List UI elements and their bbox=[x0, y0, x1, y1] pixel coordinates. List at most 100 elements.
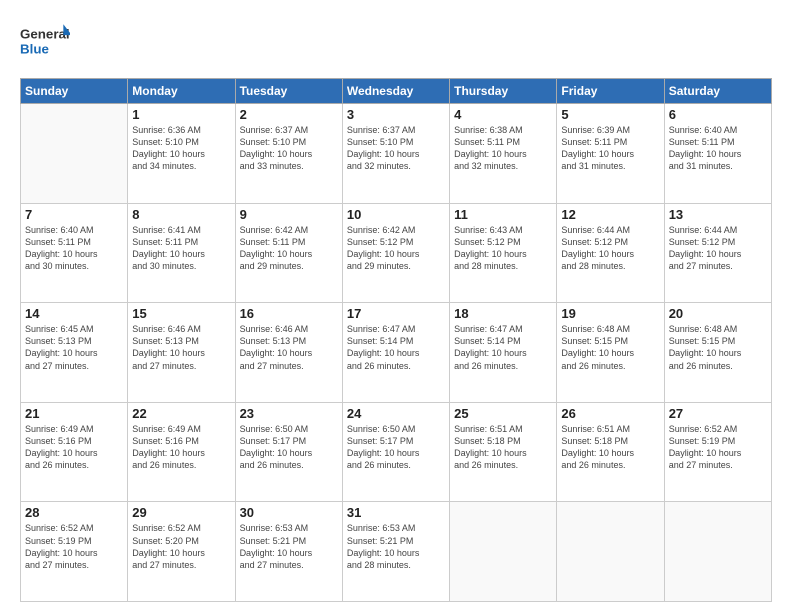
cell-info: Sunrise: 6:51 AM Sunset: 5:18 PM Dayligh… bbox=[561, 423, 659, 472]
calendar-cell: 24 Sunrise: 6:50 AM Sunset: 5:17 PM Dayli… bbox=[342, 402, 449, 502]
calendar-cell: 2 Sunrise: 6:37 AM Sunset: 5:10 PM Daylig… bbox=[235, 104, 342, 204]
calendar-cell: 27 Sunrise: 6:52 AM Sunset: 5:19 PM Dayli… bbox=[664, 402, 771, 502]
calendar-cell: 28 Sunrise: 6:52 AM Sunset: 5:19 PM Dayli… bbox=[21, 502, 128, 602]
day-number: 11 bbox=[454, 207, 552, 222]
cell-info: Sunrise: 6:53 AM Sunset: 5:21 PM Dayligh… bbox=[240, 522, 338, 571]
svg-text:General: General bbox=[20, 26, 70, 41]
day-number: 15 bbox=[132, 306, 230, 321]
day-number: 23 bbox=[240, 406, 338, 421]
logo-svg: General Blue bbox=[20, 18, 70, 68]
cell-info: Sunrise: 6:46 AM Sunset: 5:13 PM Dayligh… bbox=[240, 323, 338, 372]
day-number: 28 bbox=[25, 505, 123, 520]
cell-info: Sunrise: 6:41 AM Sunset: 5:11 PM Dayligh… bbox=[132, 224, 230, 273]
day-number: 22 bbox=[132, 406, 230, 421]
day-number: 6 bbox=[669, 107, 767, 122]
cell-info: Sunrise: 6:44 AM Sunset: 5:12 PM Dayligh… bbox=[561, 224, 659, 273]
day-number: 7 bbox=[25, 207, 123, 222]
day-number: 1 bbox=[132, 107, 230, 122]
calendar-cell bbox=[557, 502, 664, 602]
calendar-cell: 21 Sunrise: 6:49 AM Sunset: 5:16 PM Dayli… bbox=[21, 402, 128, 502]
day-number: 25 bbox=[454, 406, 552, 421]
calendar-cell: 1 Sunrise: 6:36 AM Sunset: 5:10 PM Daylig… bbox=[128, 104, 235, 204]
cell-info: Sunrise: 6:52 AM Sunset: 5:20 PM Dayligh… bbox=[132, 522, 230, 571]
day-number: 4 bbox=[454, 107, 552, 122]
cell-info: Sunrise: 6:39 AM Sunset: 5:11 PM Dayligh… bbox=[561, 124, 659, 173]
day-number: 29 bbox=[132, 505, 230, 520]
week-row-2: 7 Sunrise: 6:40 AM Sunset: 5:11 PM Daylig… bbox=[21, 203, 772, 303]
calendar-cell: 31Sunrise: 6:53 AM Sunset: 5:21 PM Dayli… bbox=[342, 502, 449, 602]
weekday-header-friday: Friday bbox=[557, 79, 664, 104]
cell-info: Sunrise: 6:52 AM Sunset: 5:19 PM Dayligh… bbox=[669, 423, 767, 472]
calendar-cell bbox=[450, 502, 557, 602]
cell-info: Sunrise: 6:36 AM Sunset: 5:10 PM Dayligh… bbox=[132, 124, 230, 173]
calendar-cell: 8 Sunrise: 6:41 AM Sunset: 5:11 PM Daylig… bbox=[128, 203, 235, 303]
calendar-cell: 18 Sunrise: 6:47 AM Sunset: 5:14 PM Dayli… bbox=[450, 303, 557, 403]
day-number: 21 bbox=[25, 406, 123, 421]
calendar-cell: 9Sunrise: 6:42 AM Sunset: 5:11 PM Daylig… bbox=[235, 203, 342, 303]
cell-info: Sunrise: 6:40 AM Sunset: 5:11 PM Dayligh… bbox=[669, 124, 767, 173]
calendar-cell: 7 Sunrise: 6:40 AM Sunset: 5:11 PM Daylig… bbox=[21, 203, 128, 303]
weekday-header-monday: Monday bbox=[128, 79, 235, 104]
cell-info: Sunrise: 6:53 AM Sunset: 5:21 PM Dayligh… bbox=[347, 522, 445, 571]
calendar-cell: 15 Sunrise: 6:46 AM Sunset: 5:13 PM Dayli… bbox=[128, 303, 235, 403]
cell-info: Sunrise: 6:37 AM Sunset: 5:10 PM Dayligh… bbox=[347, 124, 445, 173]
cell-info: Sunrise: 6:42 AM Sunset: 5:11 PM Dayligh… bbox=[240, 224, 338, 273]
cell-info: Sunrise: 6:47 AM Sunset: 5:14 PM Dayligh… bbox=[454, 323, 552, 372]
day-number: 27 bbox=[669, 406, 767, 421]
cell-info: Sunrise: 6:43 AM Sunset: 5:12 PM Dayligh… bbox=[454, 224, 552, 273]
day-number: 5 bbox=[561, 107, 659, 122]
day-number: 14 bbox=[25, 306, 123, 321]
calendar-cell: 20Sunrise: 6:48 AM Sunset: 5:15 PM Dayli… bbox=[664, 303, 771, 403]
cell-info: Sunrise: 6:50 AM Sunset: 5:17 PM Dayligh… bbox=[240, 423, 338, 472]
cell-info: Sunrise: 6:45 AM Sunset: 5:13 PM Dayligh… bbox=[25, 323, 123, 372]
cell-info: Sunrise: 6:46 AM Sunset: 5:13 PM Dayligh… bbox=[132, 323, 230, 372]
cell-info: Sunrise: 6:42 AM Sunset: 5:12 PM Dayligh… bbox=[347, 224, 445, 273]
week-row-4: 21 Sunrise: 6:49 AM Sunset: 5:16 PM Dayli… bbox=[21, 402, 772, 502]
calendar-cell: 5 Sunrise: 6:39 AM Sunset: 5:11 PM Daylig… bbox=[557, 104, 664, 204]
weekday-header-wednesday: Wednesday bbox=[342, 79, 449, 104]
day-number: 8 bbox=[132, 207, 230, 222]
weekday-header-sunday: Sunday bbox=[21, 79, 128, 104]
weekday-header-tuesday: Tuesday bbox=[235, 79, 342, 104]
day-number: 19 bbox=[561, 306, 659, 321]
cell-info: Sunrise: 6:47 AM Sunset: 5:14 PM Dayligh… bbox=[347, 323, 445, 372]
week-row-5: 28 Sunrise: 6:52 AM Sunset: 5:19 PM Dayli… bbox=[21, 502, 772, 602]
day-number: 12 bbox=[561, 207, 659, 222]
calendar-cell: 4Sunrise: 6:38 AM Sunset: 5:11 PM Daylig… bbox=[450, 104, 557, 204]
calendar-cell: 12 Sunrise: 6:44 AM Sunset: 5:12 PM Dayli… bbox=[557, 203, 664, 303]
calendar-cell: 22 Sunrise: 6:49 AM Sunset: 5:16 PM Dayli… bbox=[128, 402, 235, 502]
weekday-header-thursday: Thursday bbox=[450, 79, 557, 104]
day-number: 20 bbox=[669, 306, 767, 321]
cell-info: Sunrise: 6:52 AM Sunset: 5:19 PM Dayligh… bbox=[25, 522, 123, 571]
day-number: 26 bbox=[561, 406, 659, 421]
calendar-cell: 19 Sunrise: 6:48 AM Sunset: 5:15 PM Dayli… bbox=[557, 303, 664, 403]
page: General Blue SundayMondayTuesdayWednesda… bbox=[0, 0, 792, 612]
day-number: 3 bbox=[347, 107, 445, 122]
cell-info: Sunrise: 6:44 AM Sunset: 5:12 PM Dayligh… bbox=[669, 224, 767, 273]
day-number: 17 bbox=[347, 306, 445, 321]
day-number: 24 bbox=[347, 406, 445, 421]
svg-text:Blue: Blue bbox=[20, 41, 49, 56]
calendar-cell: 26 Sunrise: 6:51 AM Sunset: 5:18 PM Dayli… bbox=[557, 402, 664, 502]
calendar-cell: 13 Sunrise: 6:44 AM Sunset: 5:12 PM Dayli… bbox=[664, 203, 771, 303]
day-number: 2 bbox=[240, 107, 338, 122]
cell-info: Sunrise: 6:51 AM Sunset: 5:18 PM Dayligh… bbox=[454, 423, 552, 472]
cell-info: Sunrise: 6:37 AM Sunset: 5:10 PM Dayligh… bbox=[240, 124, 338, 173]
calendar-header-row: SundayMondayTuesdayWednesdayThursdayFrid… bbox=[21, 79, 772, 104]
calendar-cell: 14 Sunrise: 6:45 AM Sunset: 5:13 PM Dayli… bbox=[21, 303, 128, 403]
calendar-cell: 25 Sunrise: 6:51 AM Sunset: 5:18 PM Dayli… bbox=[450, 402, 557, 502]
day-number: 18 bbox=[454, 306, 552, 321]
calendar-cell bbox=[664, 502, 771, 602]
calendar-cell: 3 Sunrise: 6:37 AM Sunset: 5:10 PM Daylig… bbox=[342, 104, 449, 204]
cell-info: Sunrise: 6:49 AM Sunset: 5:16 PM Dayligh… bbox=[25, 423, 123, 472]
calendar-table: SundayMondayTuesdayWednesdayThursdayFrid… bbox=[20, 78, 772, 602]
day-number: 13 bbox=[669, 207, 767, 222]
calendar-cell: 16Sunrise: 6:46 AM Sunset: 5:13 PM Dayli… bbox=[235, 303, 342, 403]
cell-info: Sunrise: 6:50 AM Sunset: 5:17 PM Dayligh… bbox=[347, 423, 445, 472]
weekday-header-saturday: Saturday bbox=[664, 79, 771, 104]
calendar-cell: 23 Sunrise: 6:50 AM Sunset: 5:17 PM Dayli… bbox=[235, 402, 342, 502]
cell-info: Sunrise: 6:49 AM Sunset: 5:16 PM Dayligh… bbox=[132, 423, 230, 472]
cell-info: Sunrise: 6:48 AM Sunset: 5:15 PM Dayligh… bbox=[561, 323, 659, 372]
cell-info: Sunrise: 6:40 AM Sunset: 5:11 PM Dayligh… bbox=[25, 224, 123, 273]
day-number: 30 bbox=[240, 505, 338, 520]
